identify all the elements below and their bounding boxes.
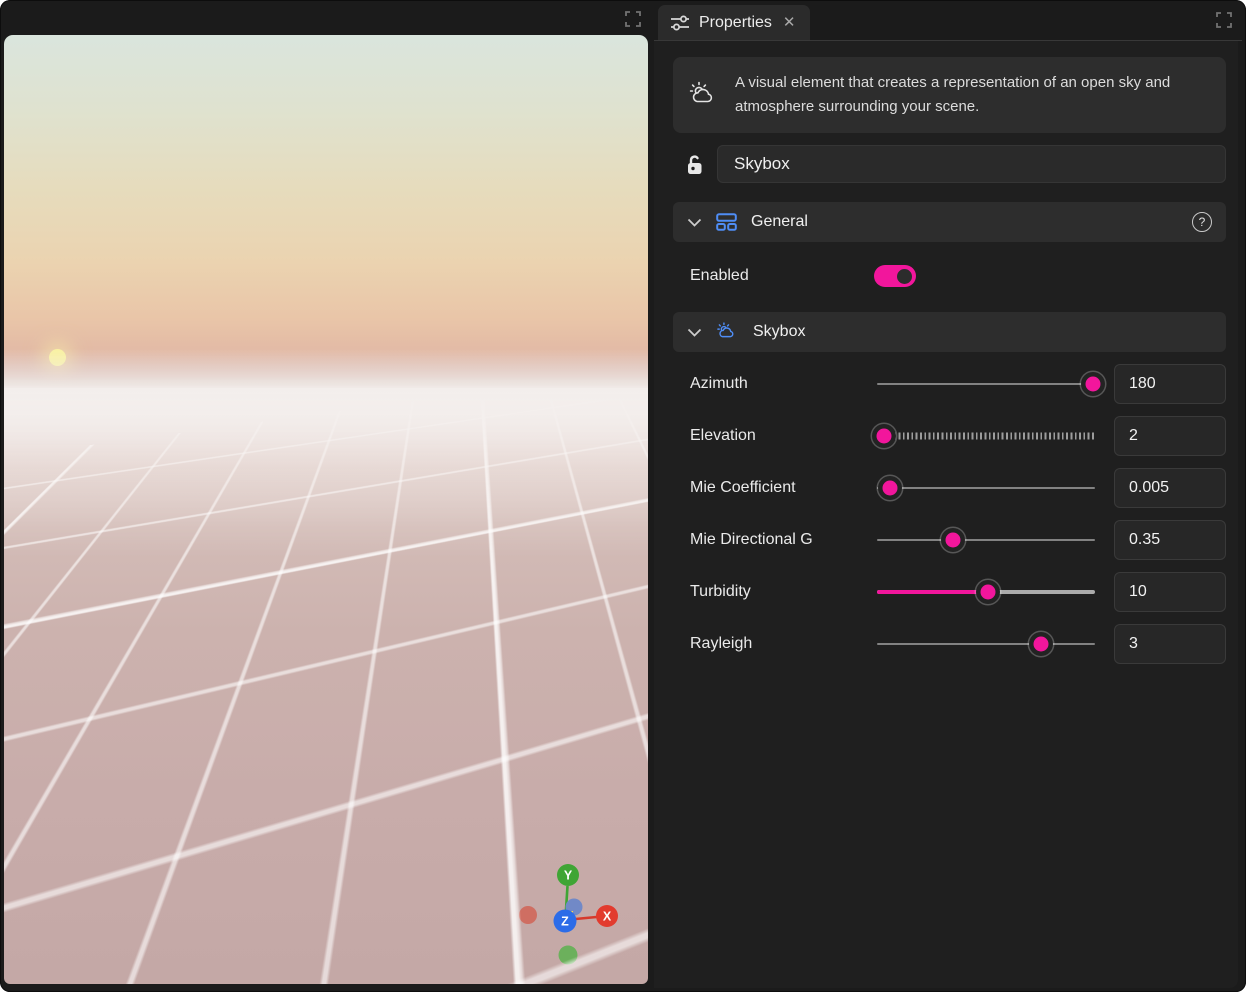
value-box[interactable]: 3	[1114, 624, 1226, 664]
entity-name-input[interactable]: Skybox	[717, 145, 1226, 183]
panel-expand-icon[interactable]	[1216, 12, 1232, 28]
tab-bar: Properties ✕	[654, 0, 1242, 41]
slider-label: Elevation	[690, 427, 877, 445]
viewport-toolbar	[4, 0, 649, 35]
slider-rail	[877, 487, 1095, 489]
slider-knob[interactable]	[883, 481, 898, 496]
axis-gizmo[interactable]: X Y Z	[499, 860, 629, 984]
axis-neg-y-handle[interactable]	[559, 946, 578, 965]
axis-neg-x-handle[interactable]	[519, 906, 537, 924]
slider-track[interactable]	[877, 421, 1095, 451]
value-box[interactable]: 180	[1114, 364, 1226, 404]
viewport-expand-icon[interactable]	[625, 11, 641, 27]
section-header-general[interactable]: General ?	[673, 202, 1226, 242]
property-row: Mie Directional G 0.35	[673, 514, 1226, 566]
slider-knob[interactable]	[946, 533, 961, 548]
panel-body: A visual element that creates a represen…	[654, 41, 1238, 988]
viewport-canvas[interactable]: X Y Z	[4, 35, 648, 984]
slider-rail	[877, 383, 1095, 385]
property-row: Mie Coefficient 0.005	[673, 462, 1226, 514]
tab-close-icon[interactable]: ✕	[781, 13, 798, 32]
viewport-pane: X Y Z	[4, 0, 649, 988]
chevron-down-icon[interactable]	[687, 218, 702, 227]
slider-label: Mie Directional G	[690, 531, 877, 549]
slider-rail	[877, 643, 1095, 645]
property-row: Elevation 2	[673, 410, 1226, 462]
unlock-icon[interactable]	[685, 154, 705, 176]
tab-properties[interactable]: Properties ✕	[658, 5, 810, 40]
axis-x-label: X	[603, 910, 612, 924]
slider-track[interactable]	[877, 629, 1095, 659]
slider-rail	[877, 539, 1095, 541]
slider-knob[interactable]	[981, 585, 996, 600]
properties-pane: Properties ✕ A visual e	[654, 0, 1242, 992]
slider-label: Turbidity	[690, 583, 877, 601]
slider-track[interactable]	[877, 577, 1095, 607]
slider-track[interactable]	[877, 525, 1095, 555]
slider-rail	[877, 433, 1095, 440]
layout-icon	[716, 213, 737, 231]
slider-label: Azimuth	[690, 375, 877, 393]
slider-fill	[877, 590, 988, 594]
property-row: Turbidity 10	[673, 566, 1226, 618]
enabled-label: Enabled	[690, 267, 874, 285]
enabled-toggle-knob[interactable]	[897, 269, 912, 284]
property-row: Azimuth 180	[673, 358, 1226, 410]
component-description-text: A visual element that creates a represen…	[735, 71, 1180, 119]
axis-z-label: Z	[561, 915, 569, 929]
name-row: Skybox	[673, 145, 1226, 183]
app-window: X Y Z Properties ✕	[0, 0, 1246, 992]
sun-cloud-icon	[716, 322, 739, 342]
axis-y-label: Y	[564, 869, 573, 883]
section-label: Skybox	[753, 323, 805, 341]
slider-knob[interactable]	[876, 429, 891, 444]
value-box[interactable]: 10	[1114, 572, 1226, 612]
horizon-haze	[4, 388, 648, 558]
tab-label: Properties	[699, 14, 772, 32]
help-icon[interactable]: ?	[1192, 212, 1212, 232]
value-box[interactable]: 0.35	[1114, 520, 1226, 560]
enabled-row: Enabled	[673, 258, 1226, 294]
slider-knob[interactable]	[1085, 377, 1100, 392]
enabled-toggle[interactable]	[874, 265, 916, 287]
chevron-down-icon[interactable]	[687, 328, 702, 337]
slider-track[interactable]	[877, 473, 1095, 503]
slider-label: Rayleigh	[690, 635, 877, 653]
slider-rows: Azimuth 180 Elevation 2 Mie Coefficient 0.005…	[673, 358, 1226, 670]
value-box[interactable]: 2	[1114, 416, 1226, 456]
sliders-icon	[670, 14, 690, 32]
slider-track[interactable]	[877, 369, 1095, 399]
component-description: A visual element that creates a represen…	[673, 57, 1226, 133]
section-header-skybox[interactable]: Skybox	[673, 312, 1226, 352]
slider-label: Mie Coefficient	[690, 479, 877, 497]
sun-cloud-icon	[689, 81, 719, 109]
section-label: General	[751, 213, 808, 231]
value-box[interactable]: 0.005	[1114, 468, 1226, 508]
horizon-haze-top	[4, 348, 648, 388]
slider-knob[interactable]	[1033, 637, 1048, 652]
property-row: Rayleigh 3	[673, 618, 1226, 670]
